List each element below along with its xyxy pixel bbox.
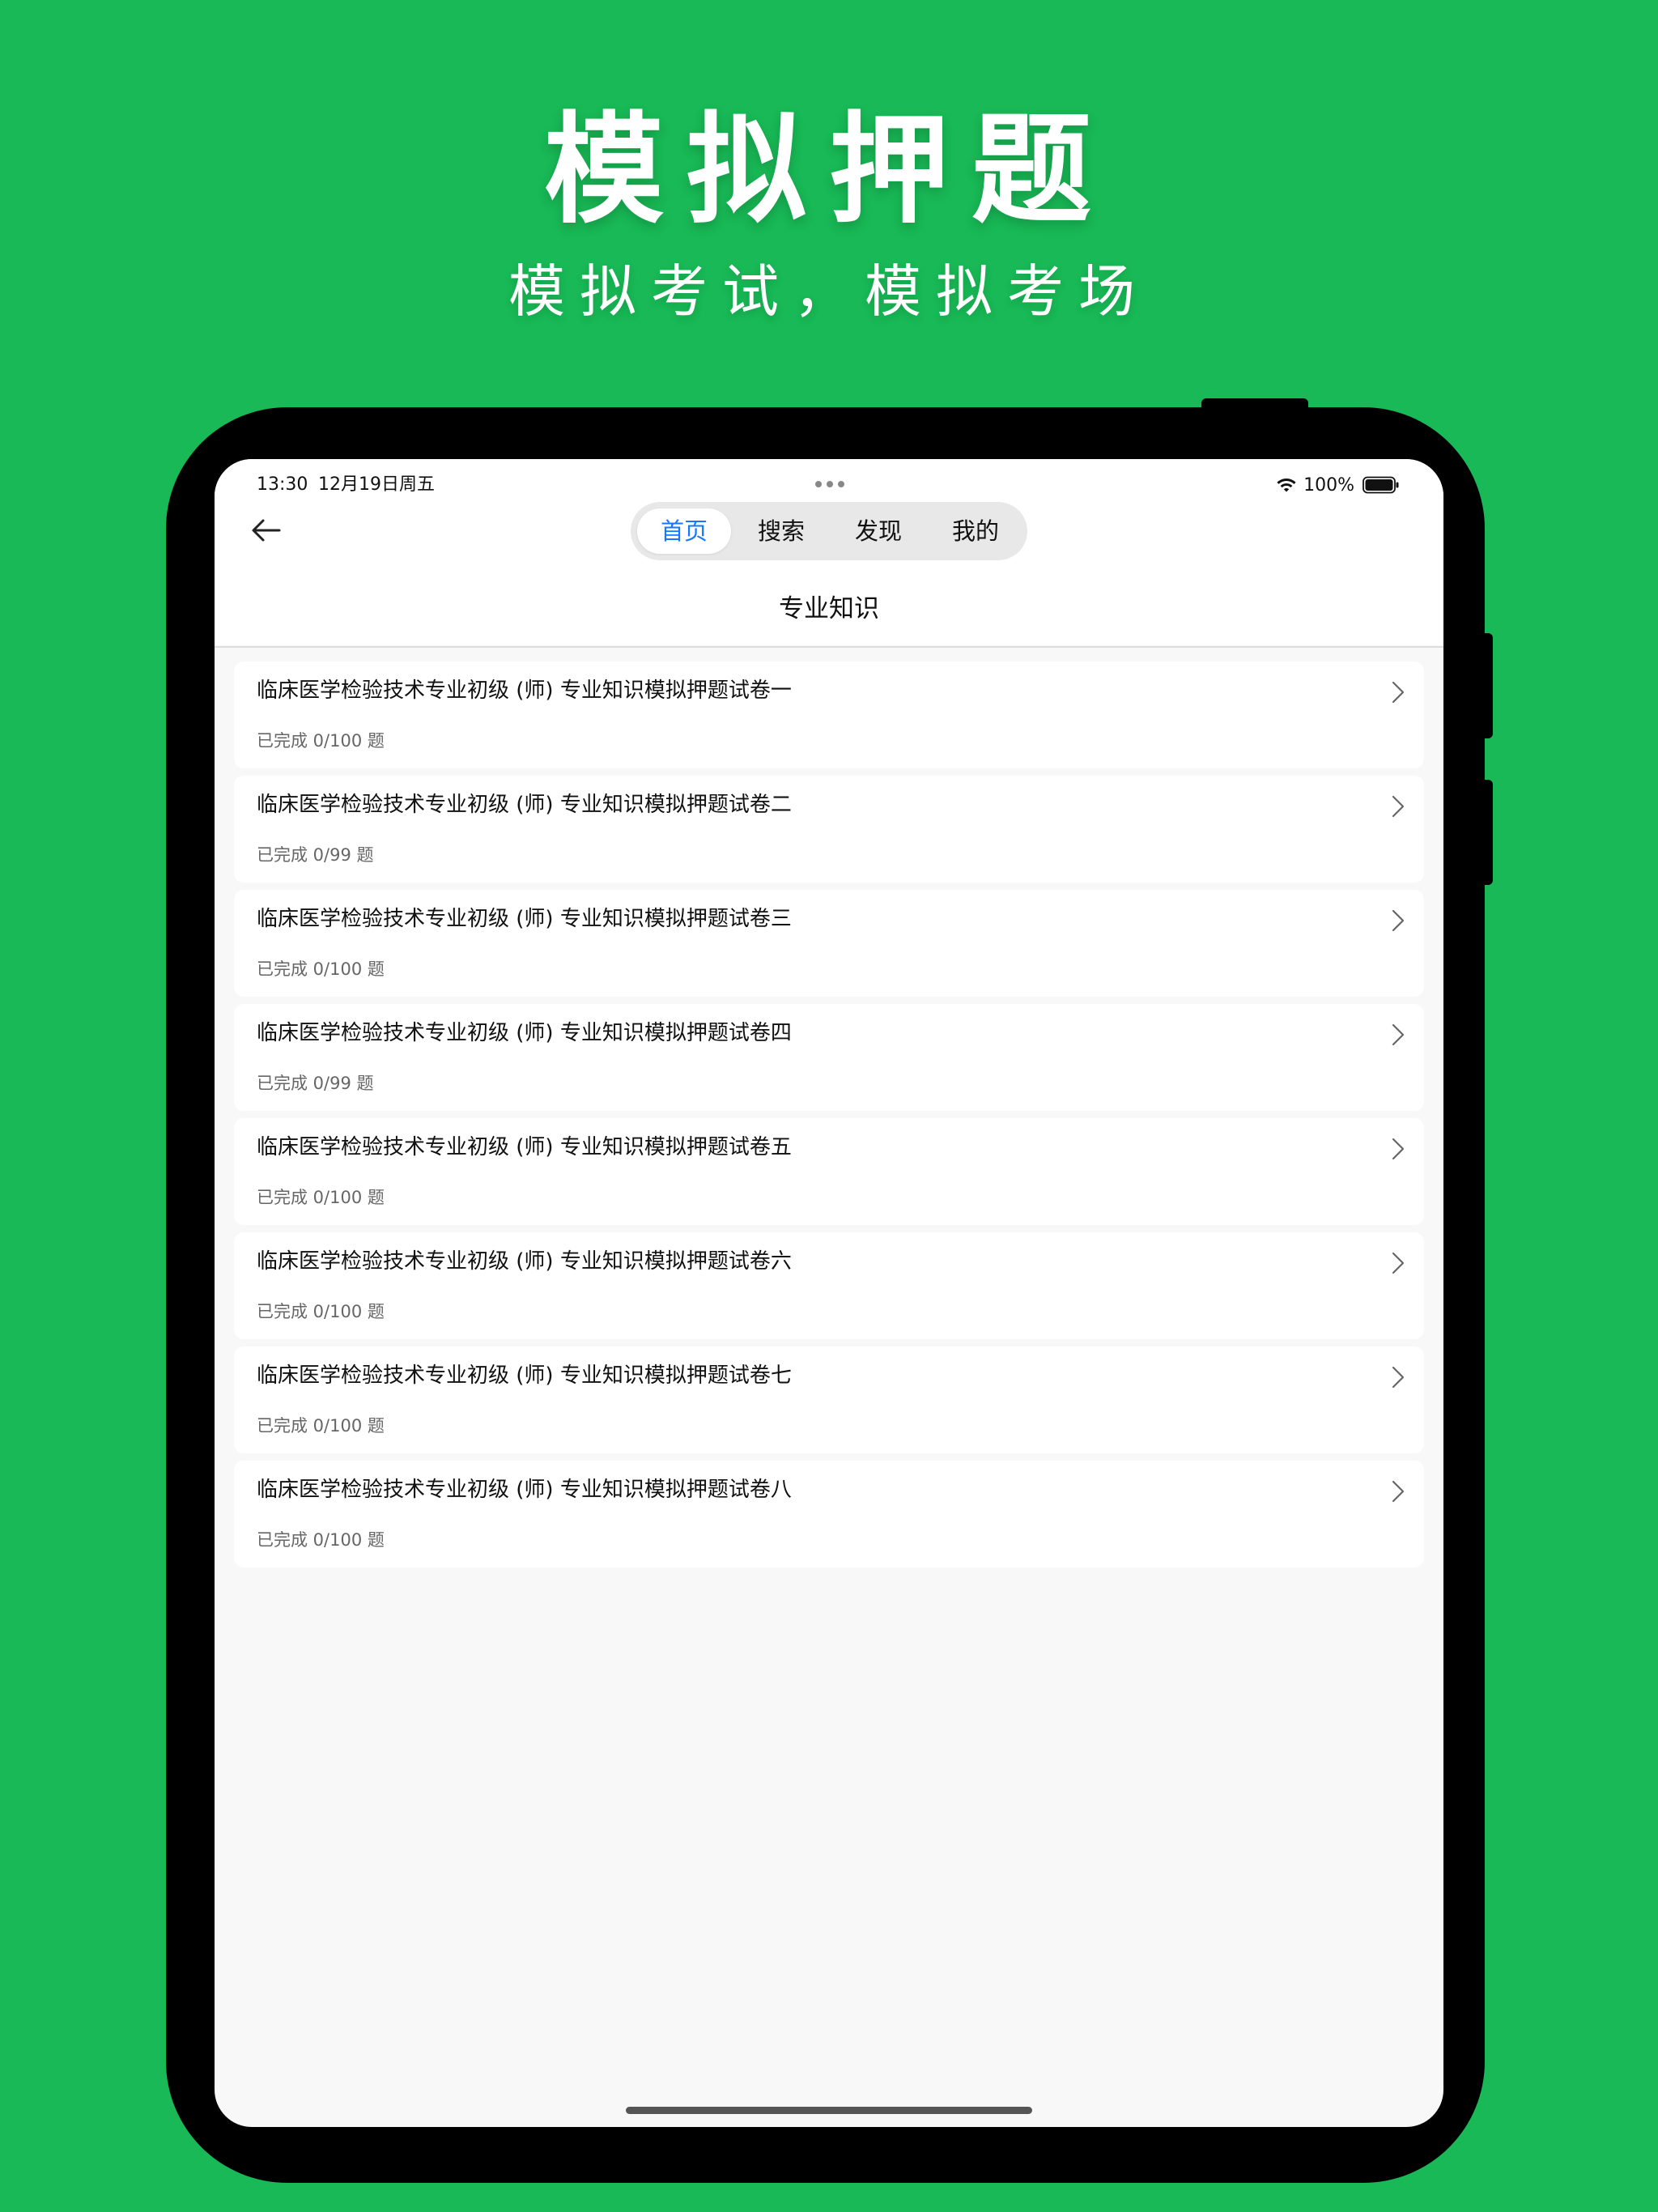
- chevron-right-icon: [1392, 1480, 1405, 1503]
- exam-item-progress: 已完成 0/100 题: [257, 1188, 385, 1207]
- tab-discover[interactable]: 发现: [831, 508, 925, 554]
- chevron-right-icon: [1392, 1138, 1405, 1160]
- hero-subtitle: 模拟考试，模拟考场: [508, 258, 1150, 325]
- exam-item[interactable]: 临床医学检验技术专业初级 (师) 专业知识模拟押题试卷一 已完成 0/100 题: [234, 661, 1424, 768]
- tab-bar: 首页 搜索 发现 我的: [631, 502, 1027, 560]
- battery-icon: [1363, 476, 1399, 494]
- exam-item[interactable]: 临床医学检验技术专业初级 (师) 专业知识模拟押题试卷五 已完成 0/100 题: [234, 1118, 1424, 1225]
- exam-item-title: 临床医学检验技术专业初级 (师) 专业知识模拟押题试卷二: [257, 793, 792, 817]
- status-right: 100%: [1276, 469, 1400, 501]
- exam-item-progress: 已完成 0/100 题: [257, 1302, 385, 1321]
- multitask-dots-icon[interactable]: [814, 475, 846, 491]
- back-button[interactable]: [244, 508, 289, 553]
- exam-item-title: 临床医学检验技术专业初级 (师) 专业知识模拟押题试卷五: [257, 1135, 792, 1159]
- hero-title: 模拟押题: [544, 100, 1114, 240]
- chevron-right-icon: [1392, 1252, 1405, 1274]
- exam-item-progress: 已完成 0/99 题: [257, 1074, 374, 1093]
- tab-mine[interactable]: 我的: [929, 508, 1022, 554]
- exam-item[interactable]: 临床医学检验技术专业初级 (师) 专业知识模拟押题试卷八 已完成 0/100 题: [234, 1461, 1424, 1568]
- chevron-right-icon: [1392, 795, 1405, 818]
- exam-item-title: 临床医学检验技术专业初级 (师) 专业知识模拟押题试卷一: [257, 678, 792, 703]
- battery-percent: 100%: [1303, 474, 1354, 496]
- tab-search[interactable]: 搜索: [734, 508, 828, 554]
- exam-item-progress: 已完成 0/100 题: [257, 959, 385, 979]
- home-indicator[interactable]: [626, 2107, 1032, 2114]
- page-title: 专业知识: [779, 594, 879, 623]
- exam-item-title: 临床医学检验技术专业初级 (师) 专业知识模拟押题试卷六: [257, 1249, 792, 1274]
- exam-item-title: 临床医学检验技术专业初级 (师) 专业知识模拟押题试卷三: [257, 907, 792, 931]
- exam-item-title: 临床医学检验技术专业初级 (师) 专业知识模拟押题试卷七: [257, 1363, 792, 1388]
- arrow-left-icon: [252, 519, 281, 542]
- header: 13:30 12月19日周五 100% 首页 搜索 发现 我的 专业知识: [215, 459, 1443, 645]
- exam-item-progress: 已完成 0/100 题: [257, 1530, 385, 1550]
- exam-item-progress: 已完成 0/100 题: [257, 1416, 385, 1436]
- exam-item[interactable]: 临床医学检验技术专业初级 (师) 专业知识模拟押题试卷四 已完成 0/99 题: [234, 1004, 1424, 1111]
- exam-item-title: 临床医学检验技术专业初级 (师) 专业知识模拟押题试卷四: [257, 1021, 792, 1045]
- exam-item[interactable]: 临床医学检验技术专业初级 (师) 专业知识模拟押题试卷七 已完成 0/100 题: [234, 1346, 1424, 1453]
- chevron-right-icon: [1392, 1366, 1405, 1389]
- chevron-right-icon: [1392, 1023, 1405, 1046]
- app-screen: 13:30 12月19日周五 100% 首页 搜索 发现 我的 专业知识 临床医…: [215, 459, 1443, 2127]
- exam-item-progress: 已完成 0/99 题: [257, 845, 374, 865]
- chevron-right-icon: [1392, 909, 1405, 932]
- tab-home[interactable]: 首页: [637, 508, 731, 554]
- header-divider: [215, 646, 1443, 648]
- exam-item-title: 临床医学检验技术专业初级 (师) 专业知识模拟押题试卷八: [257, 1478, 792, 1502]
- exam-item[interactable]: 临床医学检验技术专业初级 (师) 专业知识模拟押题试卷六 已完成 0/100 题: [234, 1232, 1424, 1339]
- chevron-right-icon: [1392, 681, 1405, 704]
- exam-item[interactable]: 临床医学检验技术专业初级 (师) 专业知识模拟押题试卷三 已完成 0/100 题: [234, 890, 1424, 997]
- exam-list: 临床医学检验技术专业初级 (师) 专业知识模拟押题试卷一 已完成 0/100 题…: [234, 661, 1424, 1575]
- status-time: 13:30: [257, 474, 308, 495]
- wifi-icon: [1277, 479, 1296, 492]
- status-date: 12月19日周五: [318, 474, 435, 495]
- exam-item-progress: 已完成 0/100 题: [257, 731, 385, 751]
- exam-item[interactable]: 临床医学检验技术专业初级 (师) 专业知识模拟押题试卷二 已完成 0/99 题: [234, 776, 1424, 883]
